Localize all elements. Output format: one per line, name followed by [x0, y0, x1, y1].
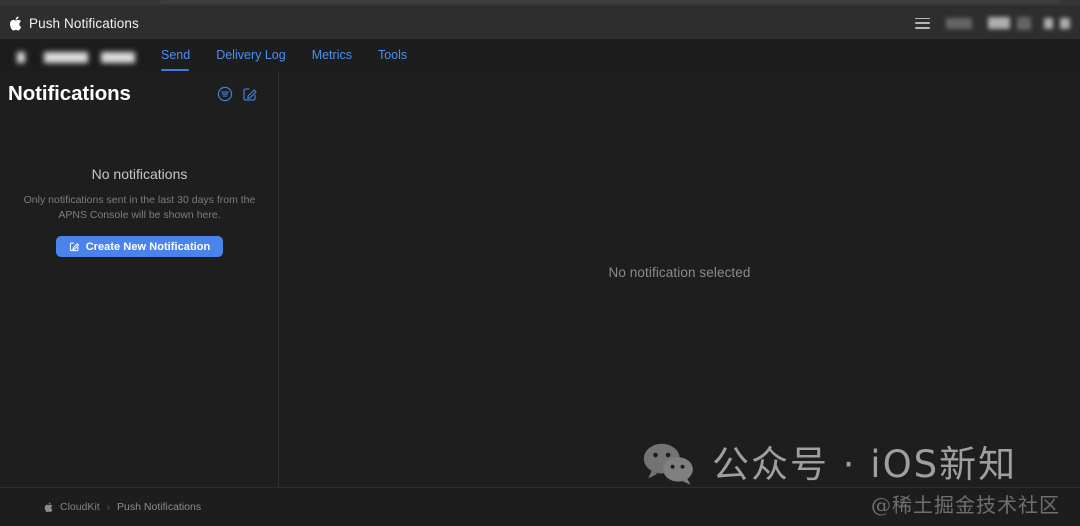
- apple-logo-icon: [10, 15, 22, 30]
- redacted-chip: [92, 51, 97, 64]
- top-app-bar: Push Notifications: [0, 7, 1080, 39]
- redacted-chip: [139, 51, 147, 64]
- hamburger-line: [915, 27, 930, 29]
- empty-state-title: No notifications: [91, 166, 188, 182]
- breadcrumb-item-cloudkit[interactable]: CloudKit: [60, 501, 100, 513]
- window-title: Push Notifications: [29, 15, 139, 31]
- no-selection-message: No notification selected: [608, 264, 751, 280]
- apple-logo-icon: [44, 502, 53, 512]
- redacted-chip: [17, 52, 25, 63]
- app-selector-redacted[interactable]: [6, 49, 149, 66]
- breadcrumb-item-push-notifications: Push Notifications: [117, 501, 202, 513]
- push-notifications-console: Push Notifications Send Delivery Log Met…: [0, 0, 1080, 526]
- filter-icon[interactable]: [217, 86, 233, 102]
- create-new-notification-button[interactable]: Create New Notification: [55, 236, 224, 257]
- account-info-redacted[interactable]: [946, 13, 1070, 33]
- browser-tab-strip: [160, 0, 1060, 4]
- tab-delivery-log[interactable]: Delivery Log: [203, 48, 298, 72]
- app-brand: Push Notifications: [9, 16, 139, 31]
- sidebar-actions: [217, 86, 258, 102]
- breadcrumb-separator-icon: ›: [106, 501, 111, 513]
- nav-tabs: Send Delivery Log Metrics Tools: [161, 39, 420, 71]
- redacted-chip: [1060, 17, 1070, 29]
- redacted-chip: [6, 51, 13, 64]
- notifications-sidebar: Notifications No notifications Only noti…: [0, 71, 279, 487]
- breadcrumb: CloudKit › Push Notifications: [44, 501, 201, 513]
- redacted-chip: [44, 52, 88, 63]
- top-bar-actions: [915, 7, 1070, 39]
- browser-chrome-strip: [0, 0, 1080, 7]
- tab-send[interactable]: Send: [161, 48, 203, 72]
- create-button-label: Create New Notification: [85, 240, 211, 253]
- content-area: Notifications No notifications Only noti…: [0, 71, 1080, 487]
- redacted-chip: [1017, 16, 1031, 30]
- hamburger-line: [915, 22, 930, 24]
- tab-tools[interactable]: Tools: [365, 48, 420, 72]
- tab-metrics[interactable]: Metrics: [299, 48, 365, 72]
- redacted-chip: [101, 52, 135, 63]
- sidebar-header: Notifications: [0, 71, 278, 105]
- redacted-chip: [29, 51, 40, 64]
- footer-bar: CloudKit › Push Notifications: [0, 487, 1080, 526]
- hamburger-line: [915, 17, 930, 19]
- compose-icon[interactable]: [242, 86, 258, 102]
- sidebar-empty-state: No notifications Only notifications sent…: [0, 167, 279, 257]
- redacted-chip: [1044, 17, 1053, 29]
- redacted-chip: [988, 17, 1010, 29]
- redacted-chip: [946, 17, 972, 29]
- hamburger-menu-icon[interactable]: [915, 17, 930, 29]
- empty-state-description: Only notifications sent in the last 30 d…: [23, 194, 256, 221]
- notification-detail-pane: No notification selected: [279, 71, 1080, 487]
- nav-tab-bar: Send Delivery Log Metrics Tools: [0, 39, 1080, 71]
- compose-icon: [69, 242, 79, 252]
- page-title: Notifications: [8, 82, 131, 105]
